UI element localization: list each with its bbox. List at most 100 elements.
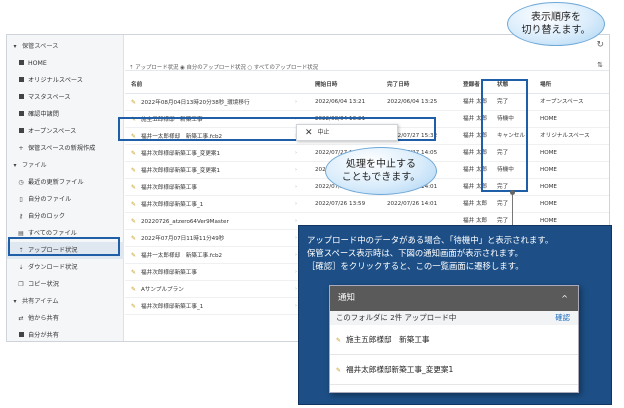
row-action-icon[interactable]: › (295, 145, 297, 162)
cell-name: ✎ 福井次郎様邸新築工事 (131, 179, 291, 197)
context-menu: ✕ 中止 (296, 124, 398, 141)
file-icon: ✎ (131, 303, 137, 310)
cell-place: オリジナルスペース (540, 133, 590, 139)
sidebar-item-home[interactable]: HOME (7, 55, 124, 72)
cell-start: 2022/07/26 13:59 (315, 201, 366, 207)
notification-panel: 通知 ^ このフォルダに 2件 アップロード中 確認 ✎ 施主五郎様邸 新築工事 … (329, 285, 579, 393)
copy-icon: ❐ (18, 281, 24, 288)
notification-item[interactable]: ✎ 施主五郎様邸 新築工事 (330, 325, 578, 355)
cell-name: ✎ 福井次郎様邸新築工事_1 (131, 298, 291, 316)
sidebar-section-files[interactable]: ▾ ファイル (7, 157, 124, 174)
table-header: 名前 開始日時 完了日時 登録者 状態 場所 (125, 77, 609, 94)
row-action-icon[interactable]: › (295, 247, 297, 264)
col-place[interactable]: 場所 (540, 77, 609, 94)
cell-place: HOME (540, 116, 557, 122)
upload-filter[interactable]: ⇡ アップロード状況 ◉ 自分のアップロード状況 ○ すべてのアップロード状況 (129, 63, 318, 71)
sidebar-item-open-space[interactable]: オープンスペース (7, 123, 124, 140)
row-action-icon[interactable]: › (295, 196, 297, 213)
col-end[interactable]: 完了日時 (387, 77, 465, 94)
cell-name: ✎ 2022年08月04日13時20分38秒_環境移行 (131, 94, 291, 112)
row-action-icon[interactable]: › (295, 230, 297, 247)
cell-place: HOME (540, 184, 557, 190)
caret-down-icon: ▾ (13, 43, 17, 50)
cell-status: 完了 (497, 201, 509, 207)
connector-line (512, 192, 513, 225)
file-icon: ✎ (131, 99, 137, 106)
file-icon: ✎ (131, 269, 137, 276)
folder-icon (17, 123, 25, 140)
sidebar-item-master-space[interactable]: マスタスペース (7, 89, 124, 106)
col-start[interactable]: 開始日時 (315, 77, 385, 94)
cell-end: 2022/07/26 14:01 (387, 201, 438, 207)
connector-dot (510, 190, 515, 195)
sidebar: ▾ 保管スペース HOME オリジナルスペース マスタスペース 確認中諸問 オープ… (7, 35, 124, 341)
caret-down-icon: ▾ (13, 298, 17, 305)
file-icon: ✎ (336, 367, 342, 374)
file-icon: ✎ (131, 150, 137, 157)
file-icon: ✎ (131, 167, 137, 174)
sidebar-item-download-status[interactable]: ⇣ ダウンロード状況 (7, 259, 124, 276)
cancel-upload-menu-item[interactable]: 中止 (318, 129, 330, 136)
table-row[interactable]: ✎ 福井次郎様邸新築工事_1 2022/07/26 13:59 2022/07/26 … (125, 196, 609, 213)
info-text: アップロード中のデータがある場合、「待機中」と表示されます。 保管スペース表示時… (307, 235, 554, 271)
row-action-icon[interactable]: › (295, 179, 297, 196)
plus-icon: + (18, 145, 24, 152)
file-icon: ✎ (131, 235, 137, 242)
sidebar-section-shared[interactable]: ▾ 共有アイテム (7, 293, 124, 310)
callout-sort: 表示順序を 切り替えます。 (507, 2, 605, 46)
share-icon: ⇄ (18, 315, 24, 322)
cell-place: HOME (540, 201, 557, 207)
cell-start: 2022/06/04 13:21 (315, 99, 366, 105)
file-icon: ✎ (131, 184, 137, 191)
cell-name: ✎ 2022年07月07日11時11分49秒 (131, 230, 291, 248)
cell-name: ✎ 福井次郎様邸新築工事_変更案1 (131, 145, 291, 163)
row-action-icon[interactable]: › (295, 264, 297, 281)
sidebar-item-copy-status[interactable]: ❐ コピー状況 (7, 276, 124, 293)
notification-summary: このフォルダに 2件 アップロード中 確認 (330, 311, 578, 325)
table-row[interactable]: ✎ 2022年08月04日13時20分38秒_環境移行 2022/06/04 13:… (125, 94, 609, 111)
sidebar-item-review[interactable]: 確認中諸問 (7, 106, 124, 123)
sidebar-item-my-files[interactable]: ▯ 自分のファイル (7, 191, 124, 208)
close-icon: ✕ (305, 128, 313, 138)
file-icon: ✎ (131, 201, 137, 208)
col-name[interactable]: 名前 (131, 77, 291, 94)
shared-folder-icon (17, 327, 25, 341)
sidebar-item-original-space[interactable]: オリジナルスペース (7, 72, 124, 89)
folder-icon (17, 106, 25, 123)
sidebar-item-new-space[interactable]: + 保管スペースの新規作成 (7, 140, 124, 157)
cell-place: HOME (540, 167, 557, 173)
cell-user: 福井 太郎 (463, 201, 488, 207)
row-action-icon[interactable]: › (295, 162, 297, 179)
file-icon: ▯ (19, 196, 23, 203)
folder-icon (17, 55, 25, 72)
sidebar-section-storage[interactable]: ▾ 保管スペース (7, 38, 124, 55)
download-icon: ⇣ (18, 264, 24, 271)
highlight-upload-status-item (8, 237, 120, 256)
callout-cancel: 処理を中止する こともできます。 (325, 147, 437, 195)
folder-icon (17, 89, 25, 106)
sidebar-item-recent[interactable]: ◷ 最近の更新ファイル (7, 174, 124, 191)
sidebar-item-shared-by-me[interactable]: 自分が共有 (7, 327, 124, 341)
row-action-icon[interactable]: › (295, 213, 297, 230)
cell-end: 2022/06/04 13:25 (387, 99, 438, 105)
highlight-status-column (481, 79, 528, 192)
key-icon: ⚷ (18, 213, 24, 220)
notification-header[interactable]: 通知 ^ (330, 286, 578, 311)
row-action-icon[interactable]: › (295, 298, 297, 315)
file-icon: ✎ (336, 337, 342, 344)
confirm-link[interactable]: 確認 (555, 311, 570, 325)
folder-icon (17, 72, 25, 89)
sort-order-icon[interactable]: ⇅ (597, 61, 603, 69)
cell-name: ✎ 福井次郎様邸新築工事_1 (131, 196, 291, 214)
notification-item[interactable]: ✎ 福井太郎様邸新築工事_変更案1 (330, 355, 578, 385)
row-action-icon[interactable]: › (295, 94, 297, 111)
clock-icon: ◷ (18, 179, 24, 186)
chevron-up-icon[interactable]: ^ (561, 286, 568, 311)
sidebar-item-shared-from-others[interactable]: ⇄ 他から共有 (7, 310, 124, 327)
refresh-icon[interactable]: ↻ (596, 40, 604, 50)
cell-name: ✎ 20220726_atzero64Ver9Master (131, 213, 291, 231)
sidebar-item-my-locks[interactable]: ⚷ 自分のロック (7, 208, 124, 225)
row-action-icon[interactable]: › (295, 281, 297, 298)
cell-name: ✎ 福井次郎様邸新築工事 (131, 264, 291, 282)
cell-name: ✎ 福井次郎様邸新築工事_変更案1 (131, 162, 291, 180)
